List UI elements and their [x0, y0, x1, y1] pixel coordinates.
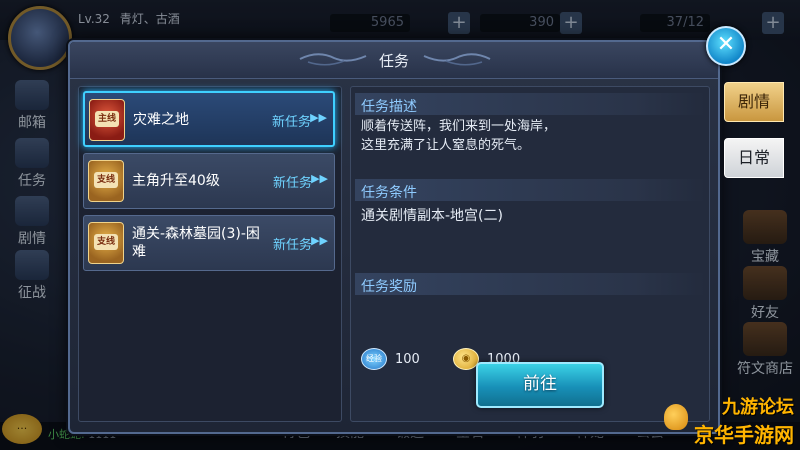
tab-daily[interactable]: 日常 [724, 138, 784, 178]
main-quest-badge-icon: 主线 [89, 99, 125, 141]
tab-story[interactable]: 剧情 [724, 82, 784, 122]
condition-text: 通关剧情副本-地宫(二) [361, 208, 503, 224]
reward-exp-value: 100 [395, 351, 420, 367]
go-button[interactable]: 前往 [476, 362, 604, 408]
condition-header: 任务条件 [355, 179, 705, 201]
watermark: 九游论坛 京华手游网 [694, 393, 794, 448]
reward-exp: 经验 100 [361, 347, 420, 371]
quest-list: 主线 灾难之地 新任务 ▶▶ 支线 主角升至40级 新任务 ▶▶ 支线 通关-森… [78, 86, 342, 422]
dialog-title-bar: 任务 [70, 42, 718, 79]
side-quest-badge-icon: 支线 [88, 222, 124, 264]
quest-name: 灾难之地 [133, 112, 189, 128]
new-quest-tag: 新任务 [272, 238, 312, 253]
new-quest-tag: 新任务 [271, 115, 311, 130]
watermark-mascot-icon [664, 404, 688, 430]
quest-item-2[interactable]: 支线 主角升至40级 新任务 ▶▶ [83, 153, 335, 209]
watermark-line-1: 九游论坛 [722, 397, 794, 418]
new-quest-tag: 新任务 [272, 176, 312, 191]
title-ornament-right-icon [423, 53, 491, 66]
quest-name: 主角升至40级 [132, 173, 220, 189]
exp-icon: 经验 [361, 348, 387, 370]
side-quest-badge-icon: 支线 [88, 160, 124, 202]
quest-name: 通关-森林墓园(3)-困难 [132, 226, 260, 260]
quest-item-1[interactable]: 主线 灾难之地 新任务 ▶▶ [83, 91, 335, 147]
dialog-title: 任务 [378, 52, 409, 70]
reward-header: 任务奖励 [355, 273, 705, 295]
double-arrow-icon: ▶▶ [310, 111, 327, 124]
description-header: 任务描述 [355, 93, 705, 115]
double-arrow-icon: ▶▶ [311, 172, 328, 185]
double-arrow-icon: ▶▶ [311, 234, 328, 247]
close-icon[interactable]: ✕ [706, 26, 746, 66]
quest-dialog: 任务 主线 灾难之地 新任务 ▶▶ 支线 主角升至40级 新任务 ▶▶ 支线 通… [68, 40, 720, 434]
description-text: 顺着传送阵，我们来到一处海岸， 这里充满了让人窒息的死气。 [361, 119, 557, 153]
quest-item-3[interactable]: 支线 通关-森林墓园(3)-困难 新任务 ▶▶ [83, 215, 335, 271]
watermark-line-2: 京华手游网 [694, 423, 794, 447]
